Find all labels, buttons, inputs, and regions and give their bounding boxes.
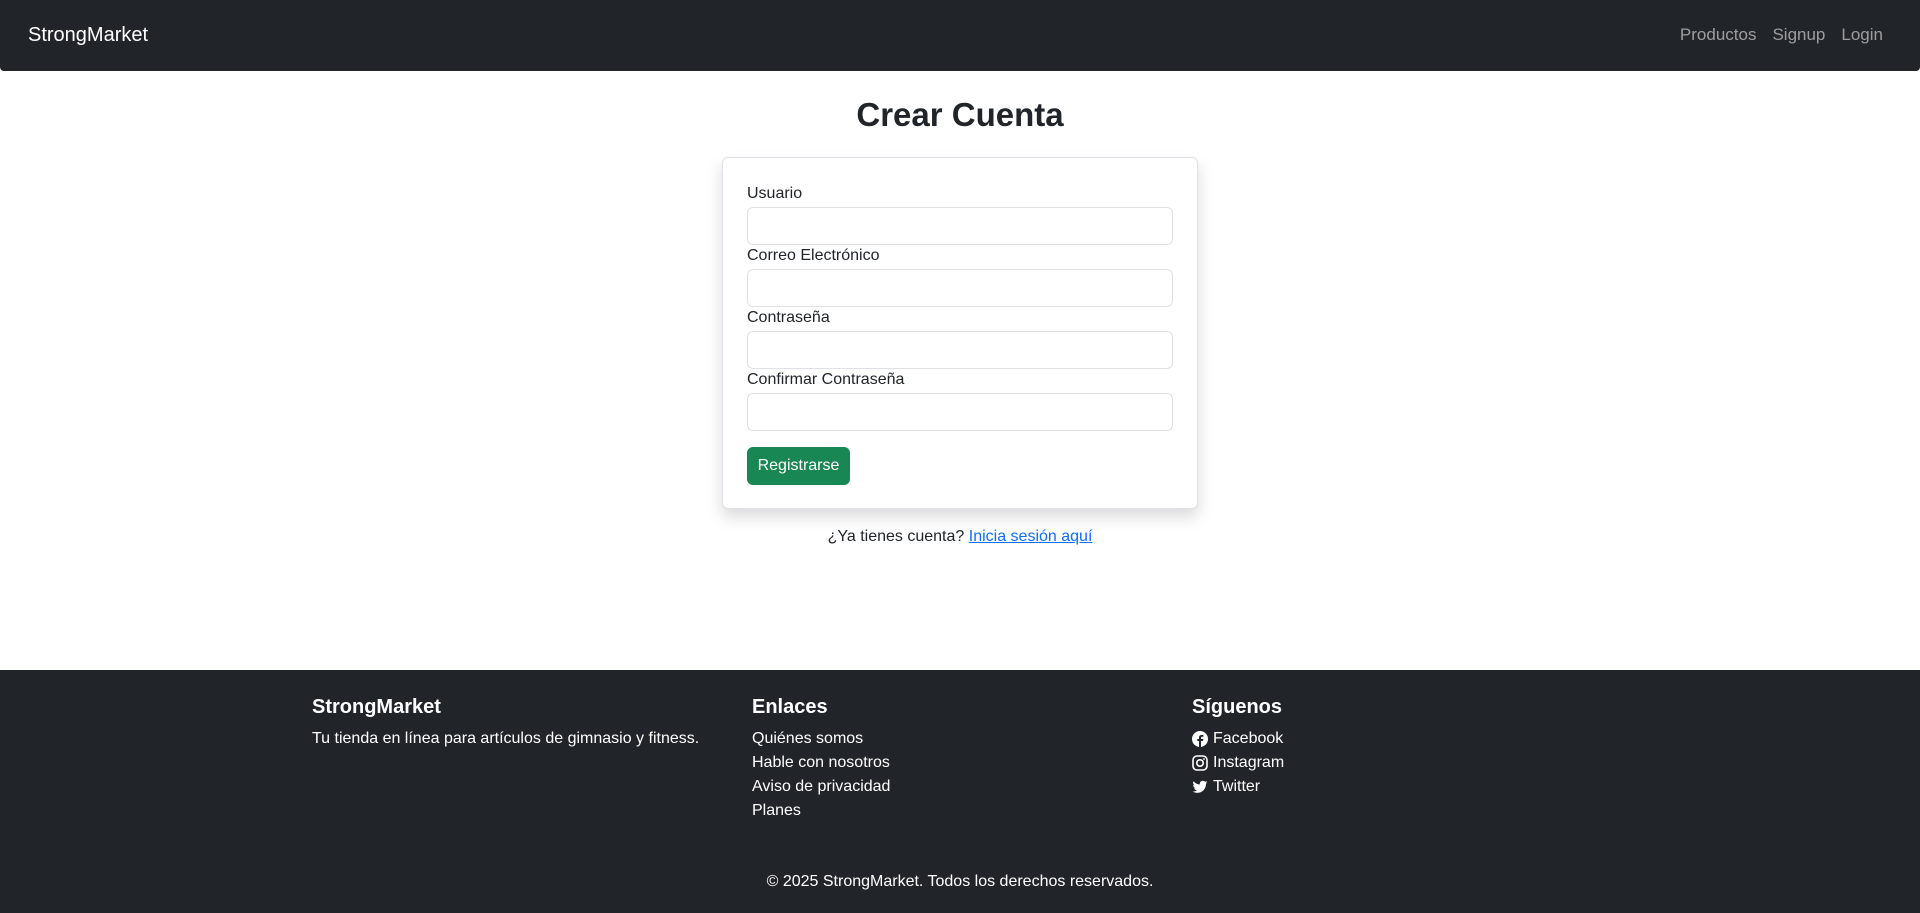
footer-about: StrongMarket Tu tienda en línea para art… xyxy=(312,696,699,751)
footer-about-text: Tu tienda en línea para artículos de gim… xyxy=(312,730,700,747)
social-label: Twitter xyxy=(1213,778,1261,795)
register-button[interactable]: Registrarse xyxy=(747,447,850,485)
footer-social: Síguenos Facebook Instagram Twitter xyxy=(1192,696,1284,799)
username-input[interactable] xyxy=(747,207,1173,245)
footer-link-quienes-somos[interactable]: Quiénes somos xyxy=(752,727,890,751)
password-label: Contraseña xyxy=(747,309,830,326)
brand-logo[interactable]: StrongMarket xyxy=(28,24,148,47)
footer-social-heading: Síguenos xyxy=(1192,696,1283,718)
social-link-instagram[interactable]: Instagram xyxy=(1192,751,1284,775)
footer-link-hable-con-nosotros[interactable]: Hable con nosotros xyxy=(752,751,890,775)
social-label: Facebook xyxy=(1213,730,1284,747)
login-prompt: ¿Ya tienes cuenta? Inicia sesión aquí xyxy=(0,528,1920,546)
email-input[interactable] xyxy=(747,269,1173,307)
facebook-icon xyxy=(1192,731,1208,747)
nav-links: Productos Signup Login xyxy=(1680,25,1883,45)
social-label: Instagram xyxy=(1213,754,1285,771)
nav-link-signup[interactable]: Signup xyxy=(1772,25,1825,45)
nav-link-login[interactable]: Login xyxy=(1841,25,1883,45)
footer-link-aviso-privacidad[interactable]: Aviso de privacidad xyxy=(752,775,890,799)
footer-links: Enlaces Quiénes somos Hable con nosotros… xyxy=(752,696,890,823)
page-title: Crear Cuenta xyxy=(856,96,1064,133)
login-prompt-text: ¿Ya tienes cuenta? xyxy=(827,528,965,545)
confirm-password-label: Confirmar Contraseña xyxy=(747,371,905,388)
email-label: Correo Electrónico xyxy=(747,247,880,264)
twitter-icon xyxy=(1192,780,1208,793)
confirm-password-input[interactable] xyxy=(747,393,1173,431)
password-input[interactable] xyxy=(747,331,1173,369)
footer-social-list: Facebook Instagram Twitter xyxy=(1192,727,1284,799)
signup-card: Usuario Correo Electrónico Contraseña Co… xyxy=(722,157,1198,509)
nav-link-productos[interactable]: Productos xyxy=(1680,25,1757,45)
copyright-text: © 2025 StrongMarket. Todos los derechos … xyxy=(766,873,1154,890)
login-link[interactable]: Inicia sesión aquí xyxy=(969,528,1093,545)
footer: StrongMarket Tu tienda en línea para art… xyxy=(0,670,1920,913)
navbar: StrongMarket Productos Signup Login xyxy=(0,0,1920,71)
social-link-twitter[interactable]: Twitter xyxy=(1192,775,1284,799)
footer-link-planes[interactable]: Planes xyxy=(752,799,890,823)
instagram-icon xyxy=(1192,755,1208,771)
social-link-facebook[interactable]: Facebook xyxy=(1192,727,1284,751)
footer-about-heading: StrongMarket xyxy=(312,696,441,718)
footer-links-list: Quiénes somos Hable con nosotros Aviso d… xyxy=(752,727,890,823)
footer-links-heading: Enlaces xyxy=(752,696,828,718)
username-label: Usuario xyxy=(747,185,803,202)
